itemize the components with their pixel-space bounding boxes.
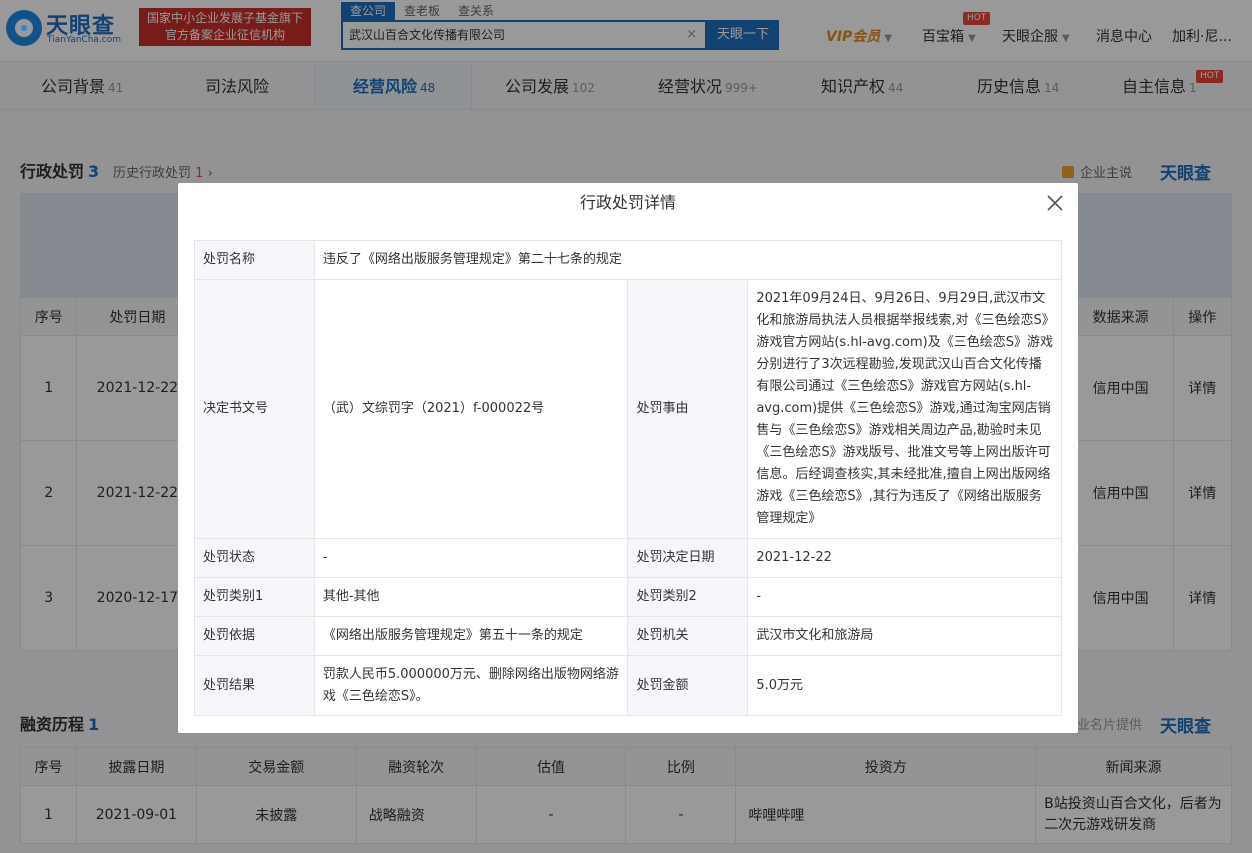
penalty-name-value: 违反了《网络出版服务管理规定》第二十七条的规定 <box>313 240 1063 280</box>
detail-label: 处罚依据 <box>194 616 315 656</box>
category1-value: 其他-其他 <box>313 577 629 617</box>
detail-row: 决定书文号 （武）文综罚字（2021）f-000022号 处罚事由 2021年0… <box>194 279 1062 539</box>
detail-label: 处罚机关 <box>627 616 749 656</box>
category2-value: - <box>747 577 1062 617</box>
amount-value: 5.0万元 <box>747 655 1062 716</box>
decision-date-value: 2021-12-22 <box>747 538 1062 578</box>
detail-label: 处罚类别2 <box>627 577 749 617</box>
detail-label: 处罚金额 <box>627 655 749 716</box>
authority-value: 武汉市文化和旅游局 <box>747 616 1062 656</box>
detail-label: 处罚结果 <box>194 655 315 716</box>
detail-label: 决定书文号 <box>194 279 315 539</box>
dialog-title: 行政处罚详情 <box>579 193 676 212</box>
detail-label: 处罚类别1 <box>194 577 315 617</box>
detail-label: 处罚事由 <box>627 279 749 539</box>
status-value: - <box>313 538 629 578</box>
detail-label: 处罚决定日期 <box>627 538 749 578</box>
basis-value: 《网络出版服务管理规定》第五十一条的规定 <box>313 616 629 656</box>
close-icon[interactable] <box>1045 193 1065 213</box>
detail-row: 处罚依据 《网络出版服务管理规定》第五十一条的规定 处罚机关 武汉市文化和旅游局 <box>194 616 1062 656</box>
detail-label: 处罚状态 <box>194 538 315 578</box>
detail-label: 处罚名称 <box>194 240 315 280</box>
doc-no-value: （武）文综罚字（2021）f-000022号 <box>313 279 629 539</box>
result-value: 罚款人民币5.000000万元、删除网络出版物网络游戏《三色绘恋S》。 <box>313 655 629 716</box>
penalty-reason-value: 2021年09月24日、9月26日、9月29日,武汉市文化和旅游局执法人员根据举… <box>747 279 1062 539</box>
detail-row: 处罚名称 违反了《网络出版服务管理规定》第二十七条的规定 <box>194 240 1063 280</box>
penalty-detail-dialog: 行政处罚详情 处罚名称 违反了《网络出版服务管理规定》第二十七条的规定 决定书文… <box>178 183 1078 733</box>
detail-row: 处罚类别1 其他-其他 处罚类别2 - <box>194 577 1062 617</box>
detail-row: 处罚状态 - 处罚决定日期 2021-12-22 <box>194 538 1062 578</box>
penalty-detail-table: 处罚名称 违反了《网络出版服务管理规定》第二十七条的规定 决定书文号 （武）文综… <box>194 240 1063 716</box>
detail-row: 处罚结果 罚款人民币5.000000万元、删除网络出版物网络游戏《三色绘恋S》。… <box>194 655 1062 716</box>
